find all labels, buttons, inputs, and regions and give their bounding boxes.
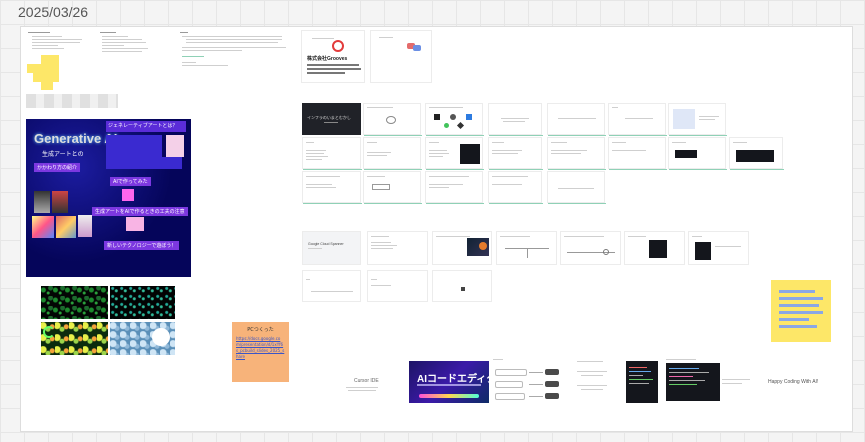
slide-r2-2[interactable]: [363, 137, 422, 170]
tool-icon: [456, 121, 465, 130]
poster-pink-note: [126, 217, 144, 231]
slide-r3-5[interactable]: [547, 171, 606, 204]
slide-r2-5[interactable]: [547, 137, 606, 170]
slide-r1-4[interactable]: [488, 103, 543, 136]
slide-r5-2[interactable]: [367, 270, 428, 302]
company-slide[interactable]: 株式会社Grooves: [301, 30, 365, 83]
input-box-image: [372, 184, 390, 190]
google-spanner-slide[interactable]: Google Cloud Spanner: [302, 231, 361, 265]
github-icon: [434, 114, 440, 120]
ai-banner-title: AIコードエディタ: [417, 374, 497, 385]
terminal-image: [460, 144, 480, 164]
slide-r4-6[interactable]: [624, 231, 685, 265]
folder-blue-icon: [413, 45, 421, 51]
intro-slide-title: インフラのいまとむかし: [307, 115, 351, 120]
slide-r1-7[interactable]: [668, 103, 727, 136]
slide-r1-3[interactable]: [425, 103, 484, 136]
slide-r3-2[interactable]: [363, 171, 422, 204]
slide-r4-3[interactable]: [432, 231, 492, 265]
small-square-icon: [461, 287, 465, 291]
slide-r3-4[interactable]: [488, 171, 543, 204]
orange-dot-icon: [479, 242, 487, 250]
company-name: 株式会社Grooves: [307, 56, 348, 62]
date-label: 2025/03/26: [18, 4, 89, 20]
blurred-name-text: [26, 94, 118, 108]
ai-code-editor-banner[interactable]: AIコードエディタ: [409, 361, 496, 403]
pc-note-link[interactable]: https://docs.google.com/presentation/d/1…: [236, 336, 285, 360]
company-slide-2[interactable]: [370, 30, 432, 83]
code-editor-wide[interactable]: [662, 359, 752, 403]
left-text-notes-2[interactable]: [100, 30, 160, 52]
terminal-image-3: [736, 150, 774, 162]
google-spanner-label: Google Cloud Spanner: [308, 242, 344, 246]
pc-build-note[interactable]: PCつくった https://docs.google.com/presentat…: [232, 322, 289, 382]
slide-r2-4[interactable]: [488, 137, 543, 170]
colorful-art-image: [32, 216, 54, 238]
slide-r2-7[interactable]: [668, 137, 727, 170]
slide-r4-2[interactable]: [367, 231, 428, 265]
slide-r1-2[interactable]: [363, 103, 422, 136]
robot-art-image: [34, 191, 50, 213]
figure-art-image: [78, 215, 92, 237]
poster-title: Generative AI: [34, 131, 118, 146]
art-bubbles[interactable]: [110, 322, 175, 355]
slide-r1-6[interactable]: [608, 103, 667, 136]
cursor-label: Cursor IDE: [354, 378, 379, 384]
slide-r2-3[interactable]: [425, 137, 484, 170]
code-editor-screenshot[interactable]: [626, 361, 658, 403]
yellow-sticky-cluster[interactable]: [27, 55, 67, 91]
pc-note-title: PCつくった: [247, 327, 274, 333]
left-text-notes[interactable]: [28, 30, 88, 50]
code-image: [649, 240, 667, 258]
app-grid-image: [673, 109, 695, 129]
slide-r1-5[interactable]: [547, 103, 606, 136]
slide-r2-8[interactable]: [729, 137, 784, 170]
art-network-lines[interactable]: [110, 286, 175, 319]
slide-r3-1[interactable]: [302, 171, 362, 204]
anime-art-image: [56, 216, 76, 238]
company-logo-icon: [332, 40, 344, 52]
terminal-image-2: [675, 150, 697, 158]
octocat-icon: [450, 114, 456, 120]
poster-thumb: [166, 135, 184, 157]
generative-ai-poster[interactable]: Generative AI 生成アートとの かかわり方の紹介 ジェネレーティブア…: [26, 119, 191, 277]
slide-r5-3[interactable]: [432, 270, 492, 302]
poster-chip-relationship: かかわり方の紹介: [34, 163, 81, 172]
art-green-swirl[interactable]: [41, 322, 108, 355]
slide-r2-6[interactable]: [608, 137, 667, 170]
poster-description-box-2: [106, 157, 182, 169]
intro-slide[interactable]: インフラのいまとむかし: [302, 103, 361, 135]
green-app-icon: [444, 123, 449, 128]
slide-r5-1[interactable]: [302, 270, 361, 302]
poster-chip-new-tech: 新しいテクノロジーで遊ぼう！: [104, 241, 180, 250]
art-green-lines[interactable]: [41, 286, 108, 319]
poster-chip-notice: 生成アートをAIで作るときの工夫の注意: [92, 207, 188, 216]
slide-r3-3[interactable]: [425, 171, 484, 204]
slide-r2-1[interactable]: [302, 137, 362, 170]
poster-chip-tried: AIで作ってみた: [110, 177, 151, 186]
pink-art-image: [122, 189, 134, 201]
poster-box-jukebox: ジェネレーティブアートとは？: [106, 121, 186, 132]
poster-subtitle: 生成アートとの: [42, 152, 84, 158]
happy-coding-text: Happy Coding With AI!: [768, 379, 819, 385]
left-text-notes-3[interactable]: [180, 30, 290, 70]
editor-flow-diagram[interactable]: [493, 359, 617, 403]
node-icon: [603, 249, 609, 255]
poster-description-box: [106, 135, 162, 157]
yellow-sticky-note[interactable]: [771, 280, 831, 342]
blue-app-icon: [466, 114, 472, 120]
slide-r4-7[interactable]: [688, 231, 749, 265]
code-image-2: [695, 242, 711, 260]
slide-r4-4[interactable]: [496, 231, 557, 265]
slide-r4-5[interactable]: [560, 231, 621, 265]
character-art-image: [52, 191, 68, 213]
diagram-icon: [386, 116, 396, 124]
